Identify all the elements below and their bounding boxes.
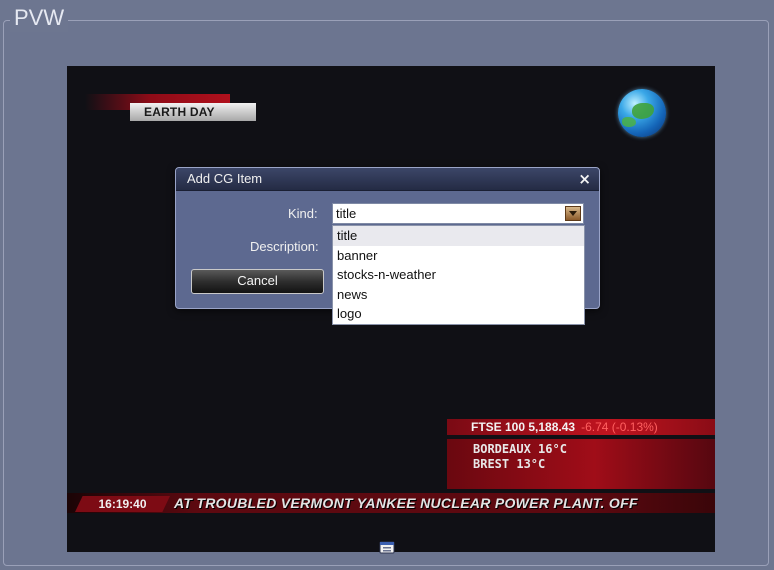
kind-option-logo[interactable]: logo (333, 304, 584, 324)
ftse-value: FTSE 100 5,188.43 (471, 420, 576, 434)
globe-icon (618, 89, 666, 137)
kind-option-title[interactable]: title (333, 226, 584, 246)
kind-option-news[interactable]: news (333, 285, 584, 305)
kind-option-banner[interactable]: banner (333, 246, 584, 266)
ticker-text: AT TROUBLED VERMONT YANKEE NUCLEAR POWER… (174, 495, 638, 511)
dialog-title: Add CG Item (187, 171, 263, 186)
kind-combobox[interactable]: title (332, 203, 584, 224)
close-icon[interactable]: × (578, 169, 591, 189)
ftse-bar: FTSE 100 5,188.43 -6.74 (-0.13%) (447, 419, 715, 435)
dialog-titlebar[interactable]: Add CG Item × (176, 168, 599, 191)
ftse-change: -6.74 (-0.13%) (581, 420, 658, 434)
ticker-clock: 16:19:40 (75, 496, 170, 512)
panel-title: PVW (10, 4, 69, 32)
weather-line-1: BORDEAUX 16°C (473, 442, 567, 456)
description-label: Description: (250, 239, 319, 254)
cancel-button[interactable]: Cancel (191, 269, 324, 294)
chevron-down-icon[interactable] (565, 206, 581, 221)
kind-selected-value: title (336, 206, 357, 221)
kind-label: Kind: (288, 206, 318, 221)
window-icon[interactable] (378, 540, 396, 555)
weather-line-2: BREST 13°C (473, 457, 546, 471)
kind-option-stocks-n-weather[interactable]: stocks-n-weather (333, 265, 584, 285)
earth-day-label: EARTH DAY (130, 103, 256, 121)
kind-options-list: title banner stocks-n-weather news logo (332, 225, 585, 325)
weather-box: BORDEAUX 16°C BREST 13°C (447, 439, 715, 489)
